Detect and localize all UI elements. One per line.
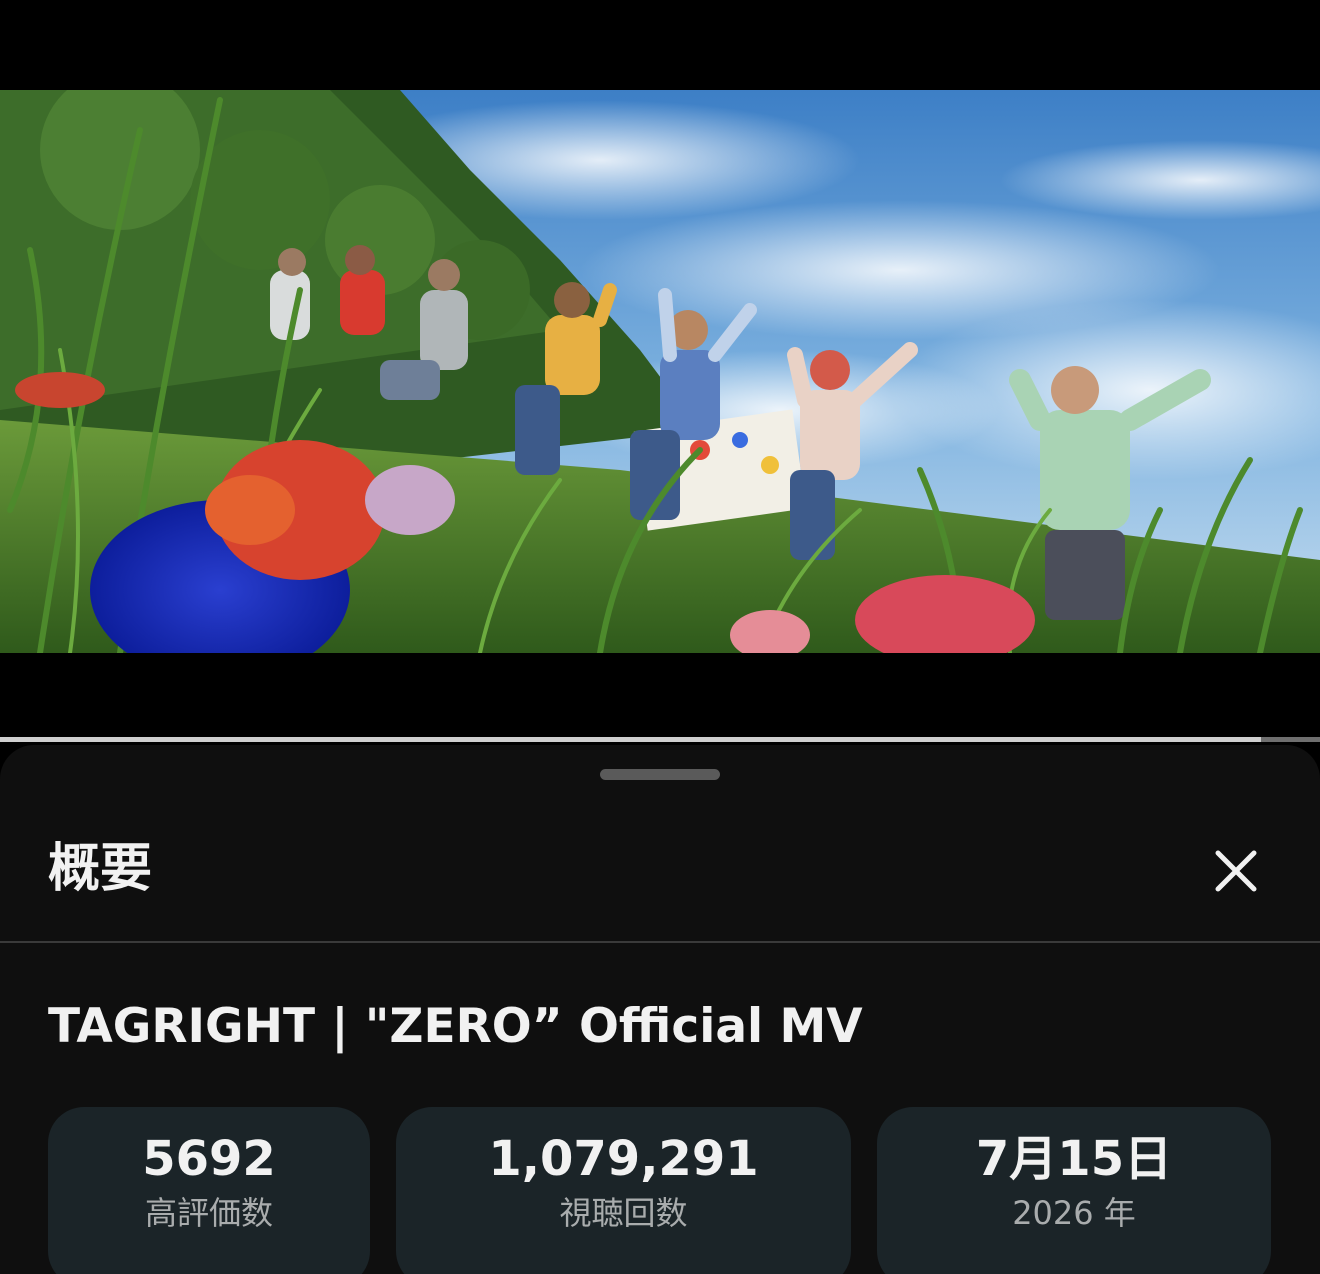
video-frame-image: [0, 90, 1320, 653]
progress-bar[interactable]: [0, 737, 1320, 742]
close-button[interactable]: [1200, 835, 1272, 907]
views-label: 視聴回数: [559, 1194, 688, 1232]
date-stat-card[interactable]: 7月15日 2026 年: [877, 1107, 1271, 1274]
video-title: TAGRIGHT | "ZERO” Official MV: [48, 999, 863, 1054]
divider: [0, 941, 1320, 943]
video-player[interactable]: [0, 0, 1320, 742]
progress-bar-fill: [0, 737, 1261, 742]
drag-handle[interactable]: [600, 769, 720, 780]
views-stat-card[interactable]: 1,079,291 視聴回数: [396, 1107, 851, 1274]
publish-date: 7月15日: [975, 1131, 1173, 1187]
description-sheet: 概要 TAGRIGHT | "ZERO” Official MV 5692 高評…: [0, 745, 1320, 1274]
likes-count: 5692: [142, 1131, 276, 1187]
sheet-title: 概要: [48, 839, 153, 899]
likes-label: 高評価数: [144, 1194, 273, 1232]
close-icon: [1215, 850, 1257, 892]
screen: 概要 TAGRIGHT | "ZERO” Official MV 5692 高評…: [0, 0, 1320, 1274]
video-thumbnail[interactable]: [0, 90, 1320, 653]
likes-stat-card[interactable]: 5692 高評価数: [48, 1107, 370, 1274]
publish-year: 2026 年: [1012, 1194, 1136, 1232]
views-count: 1,079,291: [488, 1131, 759, 1187]
